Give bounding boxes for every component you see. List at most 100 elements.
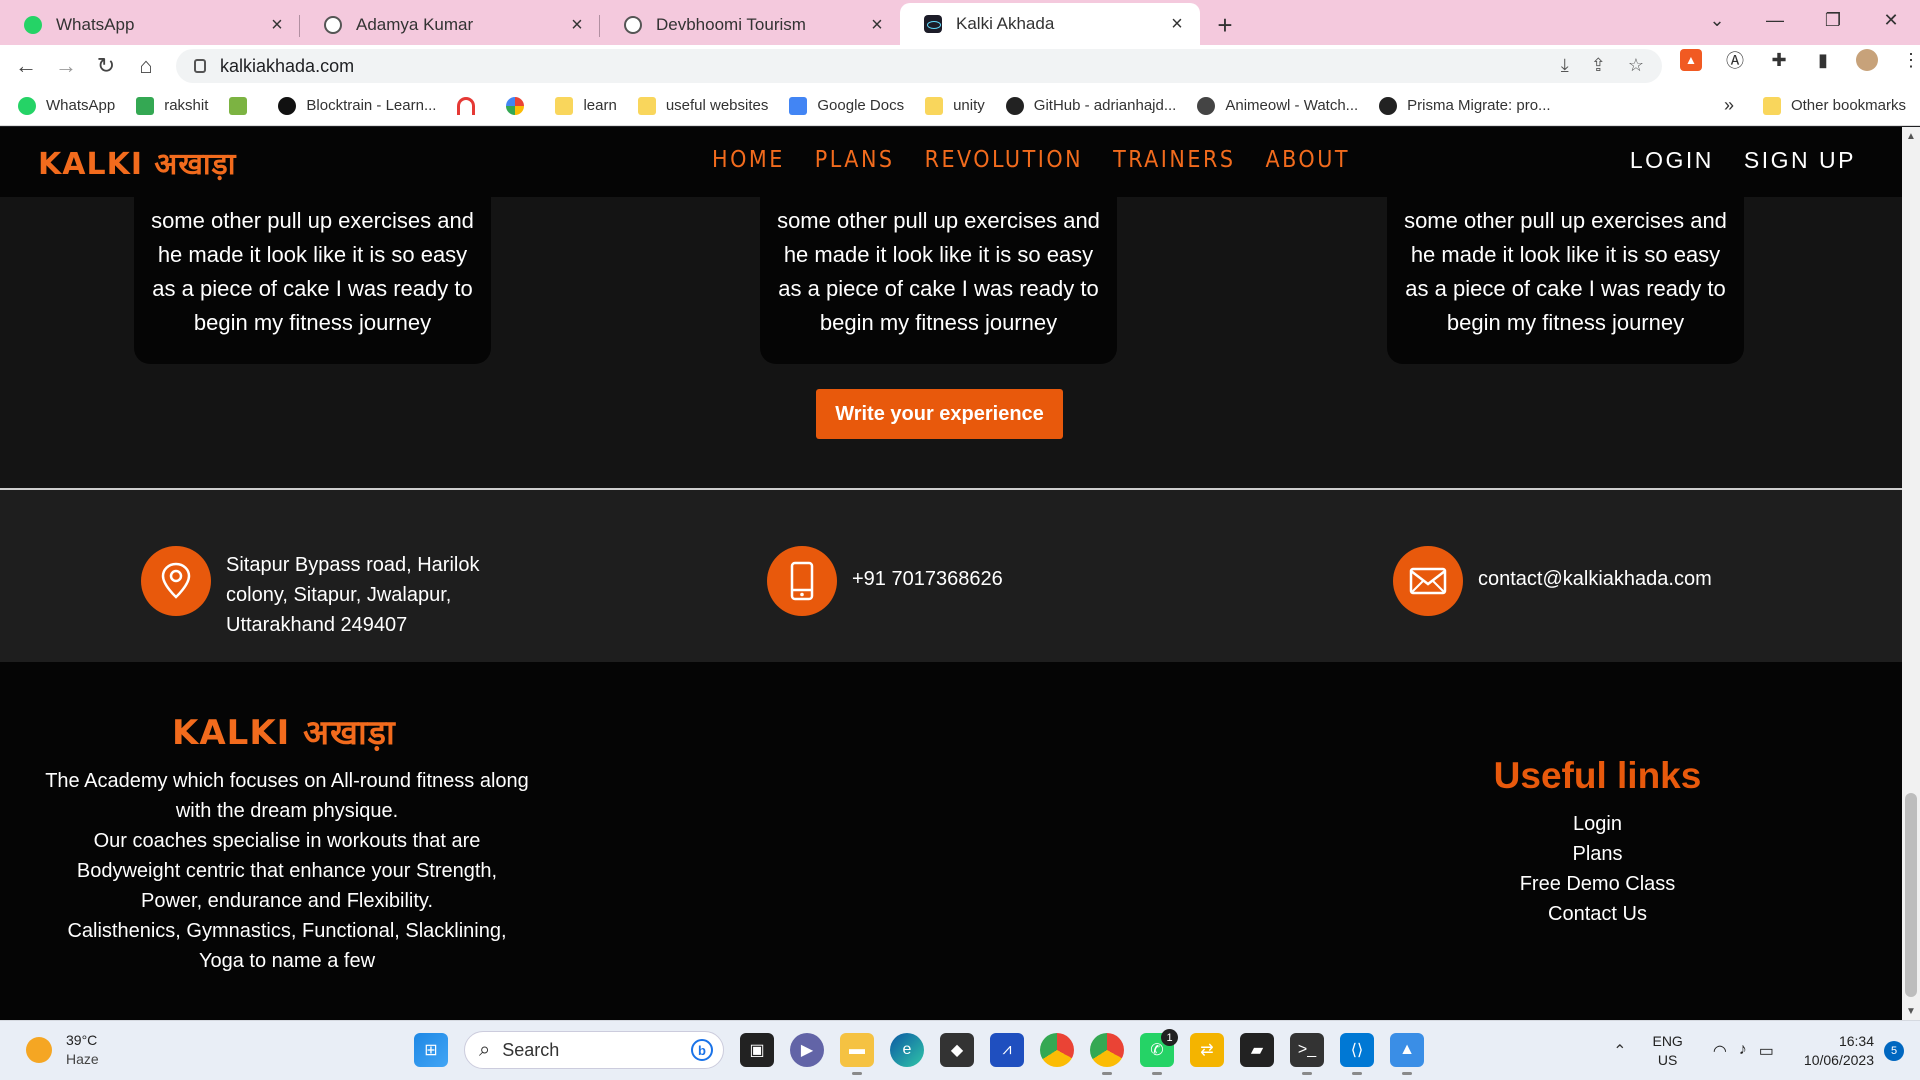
file-explorer-icon[interactable]: ▬ [840, 1033, 874, 1075]
chrome-profile-icon[interactable] [1090, 1033, 1124, 1075]
battery-icon[interactable]: ▭ [1759, 1041, 1774, 1061]
side-panel-icon[interactable]: ▮ [1812, 49, 1834, 71]
show-hidden-icons-chevron[interactable]: ⌃ [1613, 1041, 1626, 1061]
bookmark-rakshit[interactable]: rakshit [136, 96, 208, 115]
visual-studio-icon[interactable]: ⩘ [990, 1033, 1024, 1067]
back-arrow-icon[interactable]: ← [6, 48, 46, 84]
contact-address: Sitapur Bypass road, Harilok colony, Sit… [141, 546, 486, 640]
puzzle-extensions-icon[interactable]: ✚ [1768, 49, 1790, 71]
bing-icon[interactable]: b [691, 1039, 713, 1061]
other-bookmarks[interactable]: Other bookmarks [1762, 96, 1906, 115]
home-icon[interactable]: ⌂ [126, 48, 166, 84]
nav-revolution[interactable]: REVOLUTION [925, 147, 1084, 173]
new-tab-button[interactable]: + [1200, 5, 1250, 45]
brave-extension-icon[interactable]: ▲ [1680, 49, 1702, 71]
notifications-badge[interactable]: 5 [1884, 1041, 1904, 1061]
folder-icon [1762, 96, 1781, 115]
speedometer-icon [457, 96, 476, 115]
translate-extension-icon[interactable]: Ⓐ [1724, 49, 1746, 71]
footer-about: The Academy which focuses on All-round f… [44, 766, 530, 976]
profile-avatar[interactable] [1856, 49, 1878, 71]
bookmark-google[interactable] [506, 96, 534, 115]
git-icon[interactable]: ⇄ [1190, 1033, 1224, 1067]
reload-icon[interactable]: ↻ [86, 48, 126, 84]
bookmark-github[interactable]: GitHub - adrianhajd... [1005, 96, 1176, 115]
globe-icon [624, 16, 642, 34]
restore-icon[interactable]: ❐ [1804, 0, 1862, 40]
bookmark-speedometer[interactable] [457, 96, 485, 115]
url-text[interactable]: kalkiakhada.com [220, 56, 354, 77]
bookmark-google-docs[interactable]: Google Docs [789, 96, 904, 115]
bookmark-folder-useful-websites[interactable]: useful websites [637, 96, 768, 115]
email-text[interactable]: contact@kalkiakhada.com [1478, 564, 1712, 594]
chrome-icon[interactable] [1040, 1033, 1074, 1067]
footer-link-free-demo[interactable]: Free Demo Class [1480, 869, 1715, 899]
footer-link-contact[interactable]: Contact Us [1480, 899, 1715, 929]
edge-icon[interactable]: e [890, 1033, 924, 1067]
login-link[interactable]: LOGIN [1630, 147, 1714, 174]
clock[interactable]: 16:34 10/06/2023 [1804, 1032, 1874, 1070]
terminal-icon[interactable]: >_ [1290, 1033, 1324, 1075]
sticky-notes-icon[interactable]: ▰ [1240, 1033, 1274, 1067]
close-icon[interactable]: × [268, 14, 286, 37]
windows-start-icon[interactable]: ⊞ [414, 1033, 448, 1067]
nav-trainers[interactable]: TRAINERS [1113, 147, 1235, 173]
photos-icon[interactable]: ▲ [1390, 1033, 1424, 1075]
close-icon[interactable]: × [568, 14, 586, 37]
forward-arrow-icon[interactable]: → [46, 48, 86, 84]
nav-home[interactable]: HOME [712, 147, 785, 173]
nav-about[interactable]: ABOUT [1265, 147, 1350, 173]
weather-widget[interactable]: 39°C Haze [26, 1031, 99, 1069]
wifi-icon[interactable]: ◠ [1713, 1041, 1727, 1061]
envelope-icon [1393, 546, 1463, 616]
page-scrollbar[interactable]: ▲ ▼ [1902, 127, 1920, 1020]
folder-icon [555, 96, 574, 115]
site-navbar: KALKI अखाड़ा HOME PLANS REVOLUTION TRAIN… [0, 127, 1902, 197]
unity-hub-icon[interactable]: ◆ [940, 1033, 974, 1067]
scroll-up-arrow-icon[interactable]: ▲ [1906, 131, 1916, 142]
install-app-icon[interactable]: ⤓ [1561, 55, 1569, 76]
scroll-down-arrow-icon[interactable]: ▼ [1906, 1006, 1916, 1017]
footer-link-login[interactable]: Login [1480, 809, 1715, 839]
bookmark-whatsapp[interactable]: WhatsApp [18, 96, 115, 115]
tab-whatsapp[interactable]: WhatsApp × [0, 5, 300, 45]
share-icon[interactable]: ⇪ [1591, 55, 1606, 76]
bookmark-animeowl[interactable]: Animeowl - Watch... [1197, 96, 1358, 115]
bookmark-folder-learn[interactable]: learn [555, 96, 617, 115]
site-logo[interactable]: KALKI अखाड़ा [38, 142, 237, 183]
close-icon[interactable]: × [1168, 13, 1186, 36]
close-icon[interactable]: × [868, 14, 886, 37]
tab-kalki-akhada[interactable]: Kalki Akhada × [900, 3, 1200, 45]
phone-text[interactable]: +91 7017368626 [852, 564, 1003, 594]
scroll-thumb[interactable] [1905, 793, 1917, 997]
close-window-icon[interactable]: ✕ [1862, 0, 1920, 40]
tab-search-chevron-icon[interactable]: ⌄ [1688, 0, 1746, 40]
blocktrain-icon [278, 96, 297, 115]
signup-link[interactable]: SIGN UP [1744, 147, 1856, 174]
bookmark-prisma[interactable]: Prisma Migrate: pro... [1379, 96, 1551, 115]
teams-chat-icon[interactable]: ▶ [790, 1033, 824, 1067]
lock-icon[interactable] [194, 59, 206, 73]
bookmarks-overflow-chevron[interactable]: » [1724, 95, 1734, 116]
footer-link-plans[interactable]: Plans [1480, 839, 1715, 869]
bookmark-star-icon[interactable]: ☆ [1628, 55, 1644, 76]
address-bar[interactable]: kalkiakhada.com ⤓ ⇪ ☆ [176, 49, 1662, 83]
bookmark-blocktrain[interactable]: Blocktrain - Learn... [278, 96, 436, 115]
speaker-icon[interactable]: ♪ [1739, 1041, 1747, 1061]
input-language[interactable]: ENG US [1652, 1032, 1682, 1070]
bookmark-download[interactable] [229, 96, 257, 115]
whatsapp-icon [18, 96, 36, 115]
menu-kebab-icon[interactable]: ⋮ [1900, 49, 1920, 71]
tab-devbhoomi-tourism[interactable]: Devbhoomi Tourism × [600, 5, 900, 45]
write-experience-button[interactable]: Write your experience [816, 389, 1063, 439]
taskbar-search[interactable]: ⌕ Search b [464, 1031, 724, 1069]
about-line: Our coaches specialise in workouts that … [76, 830, 498, 912]
task-view-icon[interactable]: ▣ [740, 1033, 774, 1067]
whatsapp-taskbar-icon[interactable]: ✆ 1 [1140, 1029, 1178, 1075]
tab-label: Kalki Akhada [956, 14, 1055, 33]
bookmark-folder-unity[interactable]: unity [925, 96, 985, 115]
tab-adamya-kumar[interactable]: Adamya Kumar × [300, 5, 600, 45]
minimize-icon[interactable]: — [1746, 0, 1804, 40]
vscode-icon[interactable]: ⟨⟩ [1340, 1033, 1374, 1075]
nav-plans[interactable]: PLANS [815, 147, 895, 173]
